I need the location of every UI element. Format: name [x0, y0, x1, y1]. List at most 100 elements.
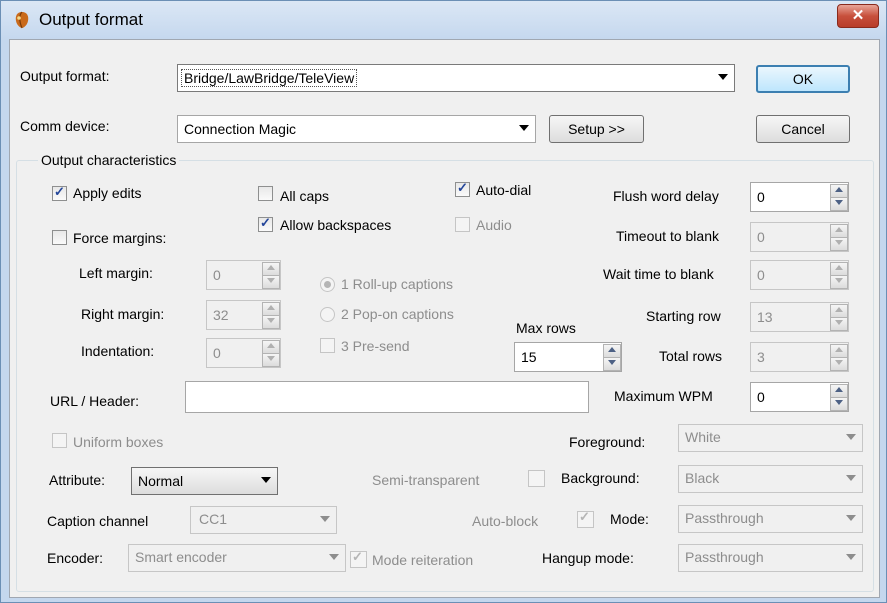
background-label: Background:	[561, 470, 640, 486]
window-title: Output format	[39, 10, 143, 29]
spin-up-icon[interactable]	[603, 344, 621, 358]
allow-backspaces-label: Allow backspaces	[280, 217, 392, 233]
force-margins-label: Force margins:	[73, 230, 167, 246]
cancel-button[interactable]: Cancel	[756, 115, 850, 143]
semi-transparent-checkbox[interactable]	[528, 470, 545, 487]
allow-backspaces-checkbox[interactable]: ✓	[258, 215, 273, 232]
output-format-value: Bridge/LawBridge/TeleView	[180, 69, 358, 87]
spin-down-icon[interactable]	[830, 197, 848, 211]
foreground-label: Foreground:	[569, 434, 646, 450]
starting-row-value: 13	[757, 309, 773, 325]
indentation-spinner[interactable]: 0	[206, 338, 281, 368]
encoder-label: Encoder:	[47, 550, 104, 566]
wait-time-to-blank-label: Wait time to blank	[603, 266, 714, 282]
mode-select[interactable]: Passthrough	[678, 505, 863, 533]
hangup-mode-value: Passthrough	[685, 549, 764, 565]
url-header-label: URL / Header:	[50, 393, 139, 409]
group-title: Output characteristics	[38, 152, 180, 168]
audio-checkbox[interactable]	[455, 217, 470, 232]
maximum-wpm-spinner[interactable]: 0	[750, 382, 849, 412]
all-caps-checkbox[interactable]	[258, 186, 273, 201]
caption-channel-label: Caption channel	[47, 513, 149, 529]
flush-word-delay-value: 0	[757, 189, 765, 205]
pre-send-checkbox[interactable]	[320, 338, 335, 353]
spin-down-icon[interactable]	[262, 275, 280, 289]
foreground-select[interactable]: White	[678, 424, 863, 452]
spin-down-icon[interactable]	[830, 237, 848, 251]
maximum-wpm-value: 0	[757, 389, 765, 405]
caption-channel-value: CC1	[199, 511, 228, 527]
spin-down-icon[interactable]	[603, 357, 621, 371]
spin-down-icon[interactable]	[262, 315, 280, 329]
hangup-mode-select[interactable]: Passthrough	[678, 544, 863, 572]
app-icon	[15, 11, 29, 29]
spin-down-icon[interactable]	[830, 357, 848, 371]
chevron-down-icon	[261, 477, 271, 483]
check-icon: ✓	[54, 184, 65, 199]
spin-up-icon[interactable]	[262, 340, 280, 354]
total-rows-value: 3	[757, 349, 765, 365]
auto-dial-label: Auto-dial	[476, 182, 532, 198]
spin-down-icon[interactable]	[830, 317, 848, 331]
apply-edits-label: Apply edits	[73, 185, 142, 201]
title-bar[interactable]: Output format ✕	[1, 1, 886, 39]
spin-up-icon[interactable]	[830, 384, 848, 398]
max-rows-spinner[interactable]: 15	[514, 342, 622, 372]
check-icon: ✓	[352, 549, 363, 564]
pre-send-label: 3 Pre-send	[341, 338, 410, 354]
encoder-select[interactable]: Smart encoder	[128, 544, 346, 572]
maximum-wpm-label: Maximum WPM	[614, 388, 713, 404]
background-select[interactable]: Black	[678, 465, 863, 493]
output-format-select[interactable]: Bridge/LawBridge/TeleView	[177, 64, 735, 92]
spin-up-icon[interactable]	[830, 224, 848, 238]
roll-up-label: 1 Roll-up captions	[341, 276, 454, 292]
output-format-label: Output format:	[20, 68, 110, 84]
url-header-input[interactable]	[185, 381, 589, 413]
flush-word-delay-spinner[interactable]: 0	[750, 182, 849, 212]
left-margin-value: 0	[213, 267, 221, 283]
right-margin-spinner[interactable]: 32	[206, 300, 281, 330]
auto-block-checkbox[interactable]: ✓	[577, 509, 594, 528]
close-button[interactable]: ✕	[837, 4, 879, 28]
radio-dot-icon	[324, 281, 331, 288]
spin-down-icon[interactable]	[830, 397, 848, 411]
check-icon: ✓	[260, 215, 271, 230]
timeout-to-blank-value: 0	[757, 229, 765, 245]
spin-down-icon[interactable]	[830, 275, 848, 289]
spin-up-icon[interactable]	[262, 262, 280, 276]
chevron-down-icon	[320, 516, 330, 522]
force-margins-checkbox[interactable]	[52, 230, 67, 245]
setup-button[interactable]: Setup >>	[549, 115, 644, 143]
spin-up-icon[interactable]	[830, 344, 848, 358]
wait-time-to-blank-spinner[interactable]: 0	[750, 260, 849, 290]
starting-row-label: Starting row	[646, 308, 721, 324]
check-icon: ✓	[457, 180, 468, 195]
spin-up-icon[interactable]	[262, 302, 280, 316]
apply-edits-checkbox[interactable]: ✓	[52, 184, 67, 201]
roll-up-radio[interactable]	[320, 277, 335, 292]
mode-reiteration-checkbox[interactable]: ✓	[350, 549, 367, 568]
spin-up-icon[interactable]	[830, 262, 848, 276]
left-margin-spinner[interactable]: 0	[206, 260, 281, 290]
mode-value: Passthrough	[685, 510, 764, 526]
uniform-boxes-checkbox[interactable]	[52, 433, 67, 448]
pop-on-radio[interactable]	[320, 307, 335, 322]
timeout-to-blank-spinner[interactable]: 0	[750, 222, 849, 252]
hangup-mode-label: Hangup mode:	[542, 550, 634, 566]
auto-dial-checkbox[interactable]: ✓	[455, 180, 470, 197]
spin-down-icon[interactable]	[262, 353, 280, 367]
caption-channel-select[interactable]: CC1	[190, 506, 337, 534]
chevron-down-icon	[846, 475, 856, 481]
ok-button[interactable]: OK	[756, 65, 850, 93]
total-rows-spinner[interactable]: 3	[750, 342, 849, 372]
attribute-select[interactable]: Normal	[131, 467, 278, 495]
comm-device-select[interactable]: Connection Magic	[177, 115, 536, 143]
chevron-down-icon	[846, 515, 856, 521]
max-rows-label: Max rows	[516, 320, 576, 336]
foreground-value: White	[685, 429, 721, 445]
left-margin-label: Left margin:	[79, 265, 153, 281]
starting-row-spinner[interactable]: 13	[750, 302, 849, 332]
spin-up-icon[interactable]	[830, 304, 848, 318]
spin-up-icon[interactable]	[830, 184, 848, 198]
total-rows-label: Total rows	[659, 348, 723, 364]
